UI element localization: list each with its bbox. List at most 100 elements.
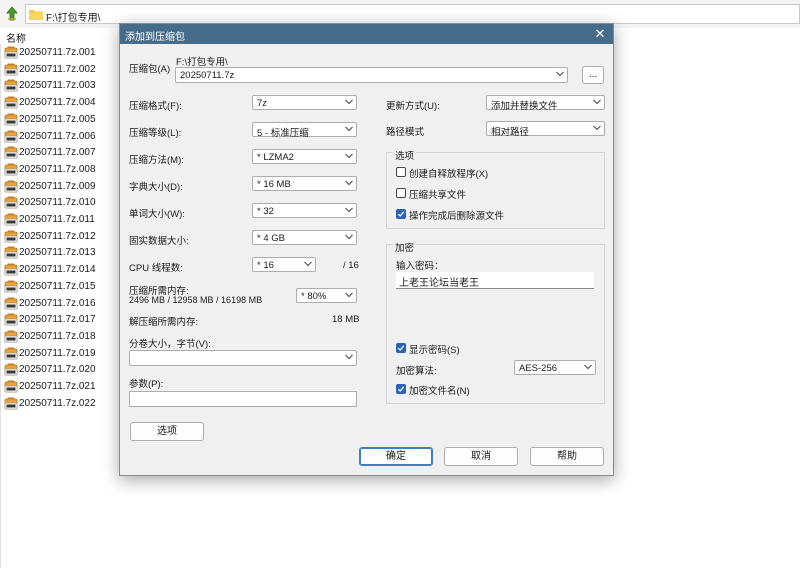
- file-row[interactable]: 20250711.7z.016: [0, 295, 120, 312]
- word-label: 单词大小(W):: [129, 209, 185, 220]
- archive-file-icon: [4, 347, 18, 359]
- file-row[interactable]: 20250711.7z.018: [0, 328, 120, 345]
- archive-label: 压缩包(A): [129, 64, 171, 75]
- file-row[interactable]: 20250711.7z.022: [0, 395, 120, 412]
- file-name: 20250711.7z.022: [19, 397, 96, 409]
- enc-method-combo[interactable]: AES-256: [514, 360, 596, 375]
- file-row[interactable]: 20250711.7z.006: [0, 128, 120, 145]
- shared-label[interactable]: 压缩共享文件: [409, 187, 466, 201]
- file-row[interactable]: 20250711.7z.008: [0, 161, 120, 178]
- delete-source-checkbox[interactable]: [396, 209, 406, 219]
- dict-combo[interactable]: * 16 MB: [252, 176, 357, 191]
- file-row[interactable]: 20250711.7z.011: [0, 211, 120, 228]
- checkmark-icon: [397, 345, 405, 351]
- cpu-combo[interactable]: * 16: [252, 257, 316, 272]
- archive-file-icon: [4, 330, 18, 343]
- chevron-down-icon: [584, 364, 592, 370]
- file-row[interactable]: 20250711.7z.021: [0, 378, 120, 395]
- file-row[interactable]: 20250711.7z.005: [0, 111, 120, 128]
- column-name-label: 名称: [6, 34, 26, 45]
- encryption-group-title: 加密: [393, 240, 417, 254]
- archive-file-icon: [4, 163, 18, 176]
- cpu-total: / 16: [343, 260, 359, 271]
- method-combo[interactable]: * LZMA2: [252, 149, 357, 164]
- chevron-down-icon: [556, 71, 564, 77]
- chevron-down-icon: [345, 153, 353, 159]
- word-combo[interactable]: * 32: [252, 203, 357, 218]
- file-row[interactable]: 20250711.7z.019: [0, 345, 120, 362]
- file-name: 20250711.7z.009: [19, 180, 96, 192]
- enc-method-label: 加密算法:: [396, 366, 437, 377]
- dict-label: 字典大小(D):: [129, 182, 183, 193]
- password-input[interactable]: 上老王论坛当老王: [396, 272, 594, 289]
- params-label: 参数(P):: [129, 379, 164, 390]
- options-button[interactable]: 选项: [130, 422, 204, 441]
- encrypt-names-label[interactable]: 加密文件名(N): [409, 383, 470, 397]
- file-row[interactable]: 20250711.7z.013: [0, 244, 120, 261]
- archive-file-icon: [4, 213, 18, 226]
- encrypt-names-checkbox[interactable]: [396, 384, 406, 394]
- archive-file-icon: [4, 196, 18, 209]
- volume-combo[interactable]: [129, 350, 357, 366]
- file-row[interactable]: 20250711.7z.001: [0, 44, 120, 61]
- file-row[interactable]: 20250711.7z.017: [0, 311, 120, 328]
- file-row[interactable]: 20250711.7z.014: [0, 261, 120, 278]
- file-row[interactable]: 20250711.7z.020: [0, 361, 120, 378]
- cancel-button[interactable]: 取消: [444, 447, 518, 466]
- file-name: 20250711.7z.013: [19, 247, 96, 259]
- archive-file-icon: [4, 280, 18, 293]
- file-name: 20250711.7z.016: [19, 297, 96, 309]
- help-button[interactable]: 帮助: [530, 447, 604, 466]
- pathmode-combo[interactable]: 相对路径: [486, 121, 605, 138]
- word-value: * 32: [257, 206, 274, 217]
- mem-combo[interactable]: * 80%: [296, 288, 357, 303]
- dialog-titlebar[interactable]: 添加到压缩包 ✕: [120, 24, 613, 44]
- file-row[interactable]: 20250711.7z.009: [0, 178, 120, 195]
- sfx-label[interactable]: 创建自释放程序(X): [409, 166, 488, 180]
- up-arrow-icon: [6, 6, 18, 21]
- show-password-checkbox[interactable]: [396, 343, 406, 353]
- file-name: 20250711.7z.003: [19, 80, 96, 92]
- file-name: 20250711.7z.004: [19, 97, 96, 109]
- update-combo[interactable]: 添加并替换文件: [486, 95, 605, 112]
- method-value: * LZMA2: [257, 152, 294, 163]
- mem-value: * 80%: [301, 291, 327, 302]
- file-row[interactable]: 20250711.7z.007: [0, 144, 120, 161]
- chevron-down-icon: [345, 234, 353, 240]
- archive-dir: F:\打包专用\: [176, 57, 228, 68]
- file-name: 20250711.7z.006: [19, 130, 96, 142]
- format-combo[interactable]: 7z: [252, 95, 357, 110]
- file-row[interactable]: 20250711.7z.010: [0, 194, 120, 211]
- checkmark-icon: [397, 386, 405, 392]
- show-password-label[interactable]: 显示密码(S): [409, 342, 460, 356]
- pathmode-label: 路径模式: [386, 127, 425, 138]
- archive-file-icon: [4, 246, 18, 259]
- solid-combo[interactable]: * 4 GB: [252, 230, 357, 245]
- file-row[interactable]: 20250711.7z.004: [0, 94, 120, 111]
- archive-file-icon: [4, 297, 18, 309]
- sfx-checkbox[interactable]: [396, 167, 406, 177]
- address-bar[interactable]: F:\打包专用\: [25, 4, 800, 24]
- file-name: 20250711.7z.012: [19, 230, 96, 242]
- level-combo[interactable]: 5 - 标准压缩: [252, 122, 357, 139]
- file-row[interactable]: 20250711.7z.002: [0, 61, 120, 78]
- file-row[interactable]: 20250711.7z.012: [0, 228, 120, 245]
- browse-button[interactable]: ...: [582, 66, 604, 84]
- file-row[interactable]: 20250711.7z.003: [0, 77, 120, 94]
- archive-file-icon: [4, 180, 18, 192]
- archive-name-value: 20250711.7z: [180, 70, 235, 81]
- update-value: 添加并替换文件: [491, 101, 558, 112]
- delete-source-label[interactable]: 操作完成后删除源文件: [409, 208, 504, 222]
- shared-checkbox[interactable]: [396, 188, 406, 198]
- archive-name-combo[interactable]: 20250711.7z: [175, 67, 568, 83]
- archive-file-icon: [4, 96, 18, 109]
- params-input[interactable]: [129, 391, 357, 407]
- file-row[interactable]: 20250711.7z.015: [0, 278, 120, 295]
- archive-file-icon: [4, 313, 18, 326]
- close-icon[interactable]: ✕: [593, 26, 607, 42]
- format-value: 7z: [257, 98, 268, 109]
- ok-button[interactable]: 确定: [359, 447, 433, 466]
- up-folder-button[interactable]: [2, 4, 22, 24]
- file-name: 20250711.7z.014: [19, 264, 96, 276]
- method-label: 压缩方法(M):: [129, 155, 184, 166]
